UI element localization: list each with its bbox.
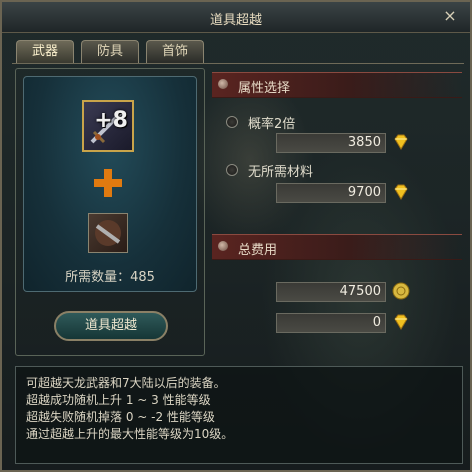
- tab-weapon[interactable]: 武器: [16, 40, 74, 63]
- option-radio-no-material[interactable]: [226, 164, 238, 176]
- diamond-icon: [394, 184, 408, 200]
- transcend-button[interactable]: 道具超越: [54, 311, 168, 341]
- description-box: 可超越天龙武器和7大陆以后的装备。 超越成功随机上升 1 ~ 3 性能等级 超越…: [15, 366, 463, 464]
- description-line: 超越成功随机上升 1 ~ 3 性能等级: [26, 393, 211, 407]
- item-transcend-window: 道具超越 × 武器 防具 首饰 +8 所需数量：485 道具超越 属性选择 概率…: [0, 0, 472, 472]
- total-gold-cost: 47500: [276, 282, 386, 302]
- description-line: 超越失败随机掉落 0 ~ -2 性能等级: [26, 410, 215, 424]
- description-line: 通过超越上升的最大性能等级为10级。: [26, 427, 234, 441]
- required-count: 所需数量：485: [65, 270, 155, 285]
- option-cost-no-material: 9700: [276, 183, 386, 203]
- attribute-section-header: 属性选择: [212, 72, 462, 98]
- diamond-icon: [394, 134, 408, 150]
- tab-armor[interactable]: 防具: [81, 40, 139, 63]
- material-slot[interactable]: [88, 213, 128, 253]
- material-icon: [95, 220, 121, 246]
- description-line: 可超越天龙武器和7大陆以后的装备。: [26, 376, 226, 390]
- option-label-no-material: 无所需材料: [248, 165, 314, 180]
- option-label-double-rate: 概率2倍: [248, 117, 296, 132]
- gold-coin-icon: [392, 282, 410, 300]
- total-diamond-cost: 0: [276, 313, 386, 333]
- section-bullet-icon: [218, 79, 228, 89]
- option-radio-double-rate[interactable]: [226, 116, 238, 128]
- diamond-icon: [394, 314, 408, 330]
- title-bar[interactable]: 道具超越 ×: [2, 2, 470, 33]
- close-button[interactable]: ×: [442, 8, 458, 24]
- section-bullet-icon: [218, 241, 228, 251]
- item-slot[interactable]: +8: [82, 100, 134, 152]
- attribute-section-title: 属性选择: [238, 81, 291, 96]
- tab-divider: [12, 63, 464, 64]
- plus-icon: [94, 169, 122, 197]
- window-title: 道具超越: [209, 13, 262, 28]
- option-cost-double-rate: 3850: [276, 133, 386, 153]
- cost-section-header: 总费用: [212, 234, 462, 260]
- cost-section-title: 总费用: [238, 243, 278, 258]
- item-level: +8: [94, 108, 128, 133]
- tab-accessory[interactable]: 首饰: [146, 40, 204, 63]
